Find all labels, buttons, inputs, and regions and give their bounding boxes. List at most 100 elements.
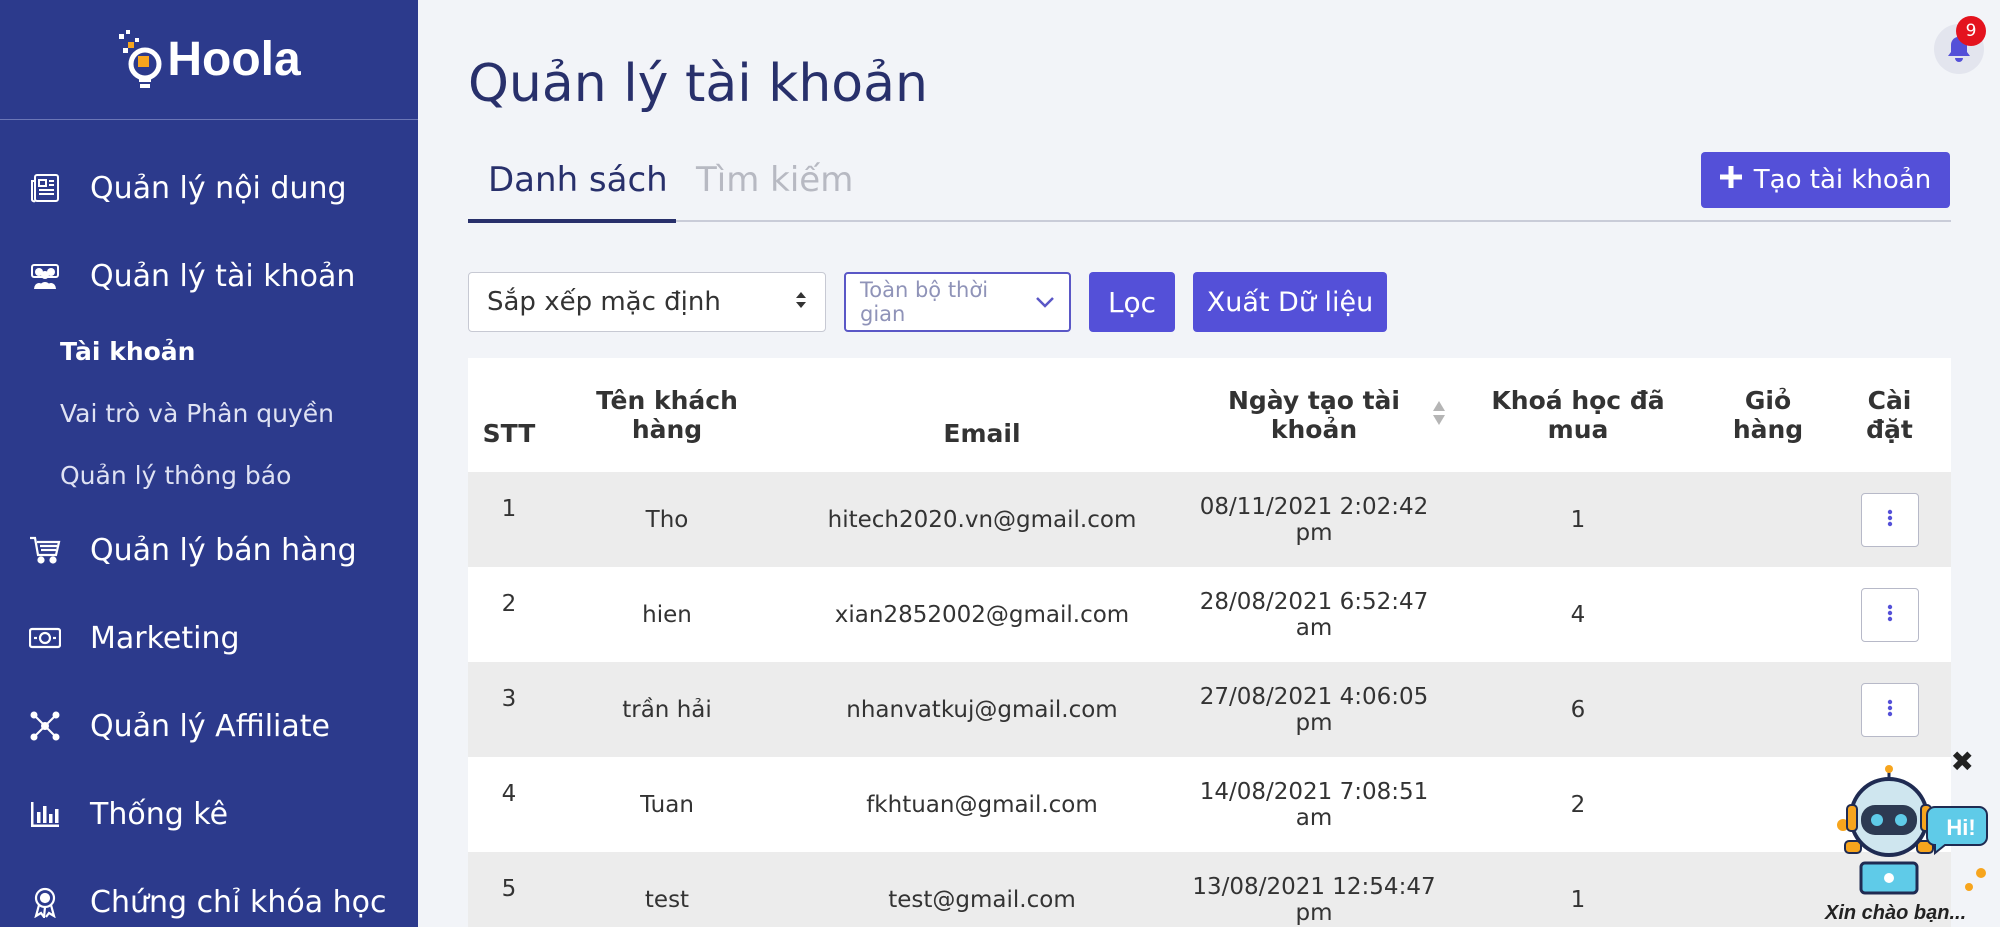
sidebar-item-accounts[interactable]: Quản lý tài khoản <box>0 232 418 320</box>
col-header-name: Tên khách hàng <box>550 358 784 472</box>
row-options-button[interactable] <box>1860 587 1919 642</box>
cart-icon <box>28 533 62 567</box>
sidebar-item-label: Quản lý Affiliate <box>90 708 330 744</box>
sidebar-item-stats[interactable]: Thống kê <box>0 770 418 858</box>
notification-button[interactable]: 9 <box>1934 16 1986 74</box>
cell-name: hien <box>642 601 692 628</box>
col-header-courses-line2: mua <box>1547 415 1609 444</box>
cell-cart <box>1708 662 1828 757</box>
notification-badge: 9 <box>1956 16 1986 46</box>
certificate-icon <box>28 885 62 919</box>
page-title: Quản lý tài khoản <box>468 54 928 114</box>
bar-chart-icon <box>28 797 62 831</box>
col-header-cart: Giỏ hàng <box>1708 358 1828 472</box>
row-options-button[interactable] <box>1860 682 1919 737</box>
accounts-table: STT Tên khách hàng Email Ngày tạo tài khoả… <box>468 358 1951 927</box>
select-arrows-icon <box>795 287 807 317</box>
cell-courses: 1 <box>1570 506 1586 533</box>
sort-select[interactable]: Sắp xếp mặc định <box>468 272 826 332</box>
col-header-date[interactable]: Ngày tạo tài khoản <box>1180 358 1448 472</box>
sidebar-subnav: Tài khoản Vai trò và Phân quyền Quản lý … <box>0 320 418 506</box>
tab-list[interactable]: Danh sách <box>488 160 668 200</box>
sidebar-item-label: Thống kê <box>90 796 229 832</box>
row-options-button[interactable] <box>1860 492 1919 547</box>
sidebar-item-content[interactable]: Quản lý nội dung <box>0 144 418 232</box>
sidebar-item-certificates[interactable]: Chứng chỉ khóa học <box>0 858 418 927</box>
cell-cart <box>1708 567 1828 662</box>
cell-email: test@gmail.com <box>888 886 1076 913</box>
cell-stt: 1 <box>501 496 517 522</box>
create-account-button[interactable]: Tạo tài khoản <box>1701 152 1950 208</box>
active-tab-indicator <box>468 219 676 223</box>
cell-stt: 3 <box>501 686 517 712</box>
cell-stt: 4 <box>501 781 517 807</box>
main-content: Quản lý tài khoản 9 Danh sách Tìm kiếm T… <box>418 0 2000 927</box>
logo-area: Hoola <box>0 0 418 120</box>
logo[interactable]: Hoola <box>117 29 301 90</box>
plus-icon <box>1719 165 1742 195</box>
time-range-select[interactable]: Toàn bộ thời gian <box>844 272 1071 332</box>
sidebar-subitem-accounts[interactable]: Tài khoản <box>60 320 418 382</box>
cell-settings <box>1828 662 1951 757</box>
table-row: 3 trần hải nhanvatkuj@gmail.com 27/08/20… <box>468 662 1951 757</box>
more-vertical-icon <box>1887 602 1893 628</box>
sidebar-item-label: Quản lý tài khoản <box>90 258 356 294</box>
export-data-button[interactable]: Xuất Dữ liệu <box>1193 272 1387 332</box>
cell-cart <box>1708 757 1828 852</box>
table-row: 5 test test@gmail.com 13/08/2021 12:54:4… <box>468 852 1951 927</box>
create-account-label: Tạo tài khoản <box>1753 165 1932 195</box>
sidebar-subitem-roles[interactable]: Vai trò và Phân quyền <box>60 382 418 444</box>
cell-courses: 6 <box>1570 696 1586 723</box>
sidebar-item-sales[interactable]: Quản lý bán hàng <box>0 506 418 594</box>
cell-stt: 5 <box>501 876 517 902</box>
more-vertical-icon <box>1887 697 1893 723</box>
network-icon <box>28 709 62 743</box>
col-header-stt: STT <box>482 419 536 448</box>
chevron-down-icon <box>1035 290 1055 314</box>
col-header-date-line1: Ngày tạo tài <box>1227 386 1400 415</box>
table-header: STT Tên khách hàng Email Ngày tạo tài khoả… <box>468 358 1951 472</box>
sidebar-item-label: Marketing <box>90 620 240 656</box>
sidebar-subitem-notifications[interactable]: Quản lý thông báo <box>60 444 418 506</box>
cell-settings <box>1828 567 1951 662</box>
cell-email: hitech2020.vn@gmail.com <box>827 506 1137 533</box>
chatbot-bubble-text: Hi! <box>1946 815 1975 840</box>
col-header-name-line2: hàng <box>631 415 703 444</box>
tab-search[interactable]: Tìm kiếm <box>696 160 853 200</box>
sort-icon[interactable] <box>1432 400 1446 432</box>
chatbot-widget[interactable]: ✖ Hi! Xin chào bạn... <box>1823 745 2000 927</box>
col-header-name-line1: Tên khách <box>596 386 738 415</box>
users-icon <box>28 259 62 293</box>
cell-settings <box>1828 472 1951 567</box>
sidebar-item-label: Chứng chỉ khóa học <box>90 884 387 920</box>
col-header-email: Email <box>943 419 1021 448</box>
sidebar-item-affiliate[interactable]: Quản lý Affiliate <box>0 682 418 770</box>
cell-name: Tuan <box>640 791 694 818</box>
cell-courses: 1 <box>1570 886 1586 913</box>
sidebar-item-label: Quản lý bán hàng <box>90 532 357 568</box>
col-header-courses-line1: Khoá học đã <box>1491 386 1665 415</box>
sidebar-nav: Quản lý nội dung Quản lý tài khoản Tài k… <box>0 120 418 927</box>
time-range-value: Toàn bộ thời gian <box>860 278 989 326</box>
cell-date: 27/08/2021 4:06:05 pm <box>1199 683 1429 736</box>
cell-cart <box>1708 852 1828 927</box>
money-icon <box>28 621 62 655</box>
cell-date: 13/08/2021 12:54:47 pm <box>1192 873 1436 926</box>
cell-name: trần hải <box>622 696 712 723</box>
col-header-settings: Cài đặt <box>1828 358 1951 472</box>
newspaper-icon <box>28 171 62 205</box>
cell-email: xian2852002@gmail.com <box>834 601 1130 628</box>
cell-email: nhanvatkuj@gmail.com <box>846 696 1118 723</box>
cell-name: Tho <box>645 506 689 533</box>
chatbot-caption: Xin chào bạn... <box>1825 902 1967 924</box>
cell-cart <box>1708 472 1828 567</box>
filter-bar: Sắp xếp mặc định Toàn bộ thời gian Lọc X… <box>468 272 1387 332</box>
table-row: 2 hien xian2852002@gmail.com 28/08/2021 … <box>468 567 1951 662</box>
col-header-cart-line1: Giỏ <box>1744 386 1792 415</box>
cell-date: 28/08/2021 6:52:47 am <box>1199 588 1429 641</box>
cell-courses: 4 <box>1570 601 1586 628</box>
sidebar-item-marketing[interactable]: Marketing <box>0 594 418 682</box>
col-header-settings-line1: Cài <box>1867 386 1912 415</box>
filter-button[interactable]: Lọc <box>1089 272 1175 332</box>
cell-courses: 2 <box>1570 791 1586 818</box>
